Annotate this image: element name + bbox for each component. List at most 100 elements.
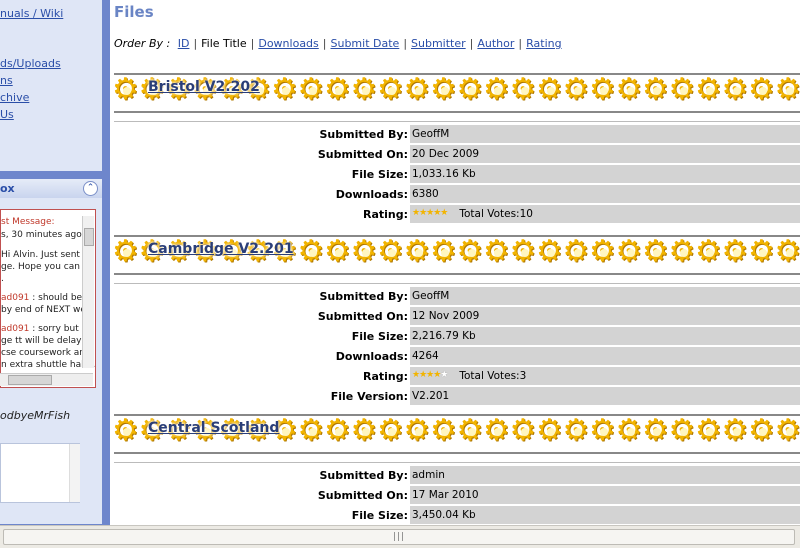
gear-icon (724, 76, 751, 110)
gear-icon (538, 76, 565, 110)
gear-icon (591, 417, 618, 451)
shoutbox-input-scrollbar[interactable] (69, 444, 80, 502)
gear-icon (565, 417, 592, 451)
gear-icon (512, 417, 539, 451)
gear-icon (485, 76, 512, 110)
sort-by-file-title-current: File Title (201, 37, 246, 50)
gear-icon (406, 238, 433, 272)
gear-icon (273, 76, 300, 110)
file-header-band: Cambridge V2.201 (114, 235, 800, 275)
info-row: File Size:3,450.04 Kb (114, 506, 800, 525)
gear-icon (485, 417, 512, 451)
gear-icon (697, 76, 724, 110)
sidebar-link-about-us[interactable]: Us (0, 108, 14, 121)
shout-username-link[interactable]: ad091 (1, 324, 29, 334)
shoutbox-username: odbyeMrFish (0, 409, 70, 422)
gear-icon (406, 76, 433, 110)
gear-icon (618, 417, 645, 451)
shout-message-line: by end of NEXT we (1, 305, 86, 315)
file-info-table: Submitted By:GeoffM Submitted On:12 Nov … (114, 287, 800, 407)
sidebar-link-archive[interactable]: chive (0, 91, 29, 104)
gear-icon (697, 238, 724, 272)
gear-icon (565, 76, 592, 110)
file-title-link[interactable]: Bristol V2.202 (148, 79, 260, 95)
sort-by-author-link[interactable]: Author (477, 37, 514, 50)
gear-icon (114, 417, 141, 451)
gear-icon (777, 238, 800, 272)
info-row: Downloads:6380 (114, 185, 800, 205)
shoutbox-hscroll-thumb[interactable] (8, 375, 52, 385)
gear-icon (432, 417, 459, 451)
gear-icon (353, 76, 380, 110)
gear-icon (406, 417, 433, 451)
horizontal-scrollbar[interactable]: ||| (0, 525, 800, 548)
file-title-link[interactable]: Central Scotland (148, 420, 279, 436)
gear-icon (538, 417, 565, 451)
gear-icon (432, 238, 459, 272)
gear-icon (538, 238, 565, 272)
left-sidebar: nuals / Wiki ds/Uploads ns chive Us ox ⌃… (0, 0, 110, 525)
file-title-link[interactable]: Cambridge V2.201 (148, 241, 294, 257)
shout-username-link[interactable]: ad091 (1, 293, 29, 303)
info-row: Submitted By:GeoffM (114, 125, 800, 145)
gear-icon (591, 238, 618, 272)
gear-icon (565, 238, 592, 272)
gear-icon (432, 76, 459, 110)
gear-icon (512, 76, 539, 110)
shout-last-message-label: st Message: (1, 217, 55, 227)
gear-icon (300, 76, 327, 110)
sort-by-submitter-link[interactable]: Submitter (411, 37, 466, 50)
sort-by-id-link[interactable]: ID (178, 37, 190, 50)
sort-by-downloads-link[interactable]: Downloads (258, 37, 318, 50)
file-header-band: Bristol V2.202 (114, 73, 800, 113)
file-info-table: Submitted By:admin Submitted On:17 Mar 2… (114, 466, 800, 525)
rating-row: Rating:★★★★★Total Votes:3 (114, 367, 800, 387)
chevron-up-icon[interactable]: ⌃ (83, 181, 98, 196)
sort-by-submit-date-link[interactable]: Submit Date (331, 37, 400, 50)
gear-icon (644, 417, 671, 451)
scrollbar-thumb[interactable]: ||| (3, 529, 795, 545)
info-row: File Version:V2.201 (114, 387, 800, 407)
sidebar-link-downloads-uploads[interactable]: ds/Uploads (0, 57, 61, 70)
gear-icon (485, 238, 512, 272)
shoutbox-header: ox ⌃ (0, 179, 102, 198)
main-content: Files Order By : ID|File Title|Downloads… (110, 0, 800, 525)
sidebar-link-manuals-wiki[interactable]: nuals / Wiki (0, 7, 63, 20)
gear-icon (353, 417, 380, 451)
shout-message-line: ad091 : should be (1, 293, 82, 303)
info-row: Submitted By:GeoffM (114, 287, 800, 307)
order-by-label: Order By : (114, 37, 170, 50)
gear-icon (750, 417, 777, 451)
rating-stars: ★★★★★ (412, 370, 447, 380)
gear-icon (750, 238, 777, 272)
shout-message-line: . (1, 274, 4, 284)
info-row: Downloads:4264 (114, 347, 800, 367)
gear-icon (618, 76, 645, 110)
shoutbox-message-input[interactable] (0, 443, 80, 503)
gear-icon (459, 238, 486, 272)
gear-icon (512, 238, 539, 272)
info-row: File Size:1,033.16 Kb (114, 165, 800, 185)
sidebar-link-ns[interactable]: ns (0, 74, 13, 87)
gear-icon (724, 238, 751, 272)
shout-message-line: ge tt will be delayed (1, 336, 93, 346)
total-votes: Total Votes:3 (459, 370, 526, 382)
gear-icon (379, 76, 406, 110)
shout-message-line: cse coursework and (1, 348, 91, 358)
divider (114, 275, 800, 284)
total-votes: Total Votes:10 (459, 208, 533, 220)
rating-row: Rating:★★★★★Total Votes:10 (114, 205, 800, 225)
gear-icon (326, 417, 353, 451)
gear-icon (379, 238, 406, 272)
gear-icon (697, 417, 724, 451)
gear-icon (671, 238, 698, 272)
info-row: File Size:2,216.79 Kb (114, 327, 800, 347)
gear-icon (644, 76, 671, 110)
gear-icon (459, 76, 486, 110)
gear-icon (326, 76, 353, 110)
gear-icon (777, 76, 800, 110)
shoutbox-scroll-thumb[interactable] (84, 228, 94, 246)
sort-by-rating-link[interactable]: Rating (526, 37, 561, 50)
gear-icon (114, 238, 141, 272)
gear-icon (618, 238, 645, 272)
